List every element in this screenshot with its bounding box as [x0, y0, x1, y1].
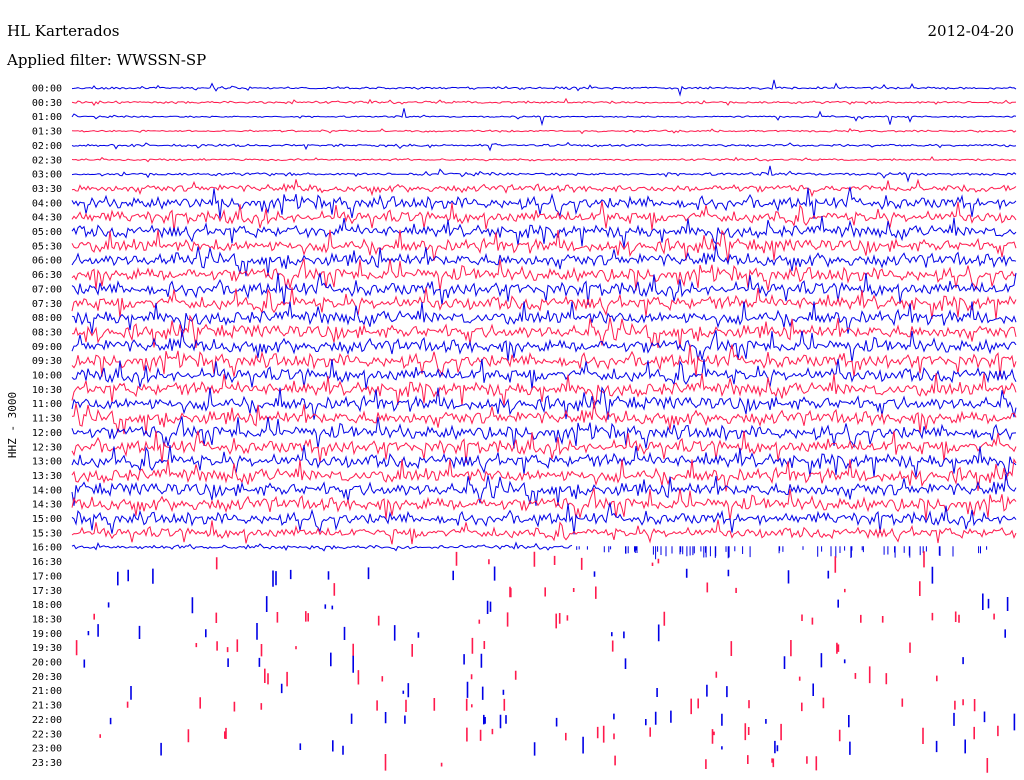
row-label: 02:00	[32, 141, 62, 152]
row-label: 11:00	[32, 399, 62, 410]
trace-row	[126, 697, 976, 715]
row-label: 15:00	[32, 514, 62, 525]
row-label: 07:30	[32, 299, 62, 310]
trace-row	[384, 754, 989, 773]
trace-row	[72, 314, 1017, 348]
trace-row	[71, 519, 1017, 545]
row-label: 00:30	[32, 98, 62, 109]
y-axis-label: HHZ - 3000	[6, 392, 19, 458]
trace-row	[71, 155, 1017, 163]
row-label: 01:00	[32, 112, 62, 123]
trace-row	[264, 666, 938, 687]
row-label-group: 00:00 00:30 01:00 01:30 02:00 02:30 03:00 03:30…	[32, 84, 62, 769]
trace-row	[71, 258, 1017, 291]
trace-row	[71, 127, 1017, 135]
row-label: 23:00	[32, 744, 62, 755]
row-label: 14:00	[32, 485, 62, 496]
row-label: 19:30	[32, 643, 62, 654]
trace-row	[333, 581, 921, 599]
helicorder-plot: 00:00 00:30 01:00 01:30 02:00 02:30 03:00 03:30…	[6, 79, 1017, 773]
row-label: 15:30	[32, 528, 62, 539]
row-label: 18:30	[32, 614, 62, 625]
row-label: 23:30	[32, 758, 62, 769]
row-label: 06:30	[32, 270, 62, 281]
trace-row	[71, 201, 1017, 232]
trace-row	[130, 681, 814, 700]
row-label: 06:00	[32, 256, 62, 267]
trace-row	[71, 141, 1017, 152]
row-label: 03:30	[32, 184, 62, 195]
row-label: 14:30	[32, 500, 62, 511]
trace-row	[71, 541, 988, 560]
trace-row	[71, 416, 1017, 449]
row-label: 22:30	[32, 729, 62, 740]
trace-row	[93, 611, 995, 629]
row-label: 21:30	[32, 701, 62, 712]
row-label: 04:00	[32, 198, 62, 209]
row-label: 19:00	[32, 629, 62, 640]
trace-row	[71, 108, 1017, 127]
row-label: 08:00	[32, 313, 62, 324]
trace-row	[107, 593, 1009, 614]
trace-row	[71, 79, 1017, 97]
row-label: 05:30	[32, 241, 62, 252]
row-label: 22:00	[32, 715, 62, 726]
row-label: 16:00	[32, 543, 62, 554]
trace-group	[71, 79, 1017, 773]
row-label: 00:00	[32, 84, 62, 95]
row-label: 11:30	[32, 414, 62, 425]
trace-row	[83, 652, 964, 673]
row-label: 04:30	[32, 213, 62, 224]
row-label: 08:30	[32, 327, 62, 338]
row-label: 07:00	[32, 284, 62, 295]
row-label: 17:00	[32, 571, 62, 582]
trace-row	[117, 566, 934, 587]
row-label: 13:30	[32, 471, 62, 482]
trace-row	[99, 723, 999, 744]
row-label: 18:00	[32, 600, 62, 611]
row-label: 05:00	[32, 227, 62, 238]
row-label: 20:30	[32, 672, 62, 683]
row-label: 21:00	[32, 686, 62, 697]
row-label: 17:30	[32, 586, 62, 597]
row-label: 10:00	[32, 371, 62, 382]
row-label: 20:00	[32, 658, 62, 669]
trace-row	[71, 97, 1017, 107]
row-label: 12:30	[32, 442, 62, 453]
trace-row	[71, 330, 1017, 363]
row-label: 02:30	[32, 155, 62, 166]
row-label: 13:00	[32, 457, 62, 468]
row-label: 12:00	[32, 428, 62, 439]
row-label: 09:00	[32, 342, 62, 353]
row-label: 01:30	[32, 127, 62, 138]
trace-row	[75, 637, 911, 657]
row-label: 03:00	[32, 170, 62, 181]
trace-row	[71, 165, 1017, 183]
row-label: 16:30	[32, 557, 62, 568]
row-label: 09:30	[32, 356, 62, 367]
trace-row	[109, 710, 1016, 731]
trace-row	[160, 736, 966, 756]
trace-row	[87, 623, 1006, 642]
row-label: 10:30	[32, 385, 62, 396]
